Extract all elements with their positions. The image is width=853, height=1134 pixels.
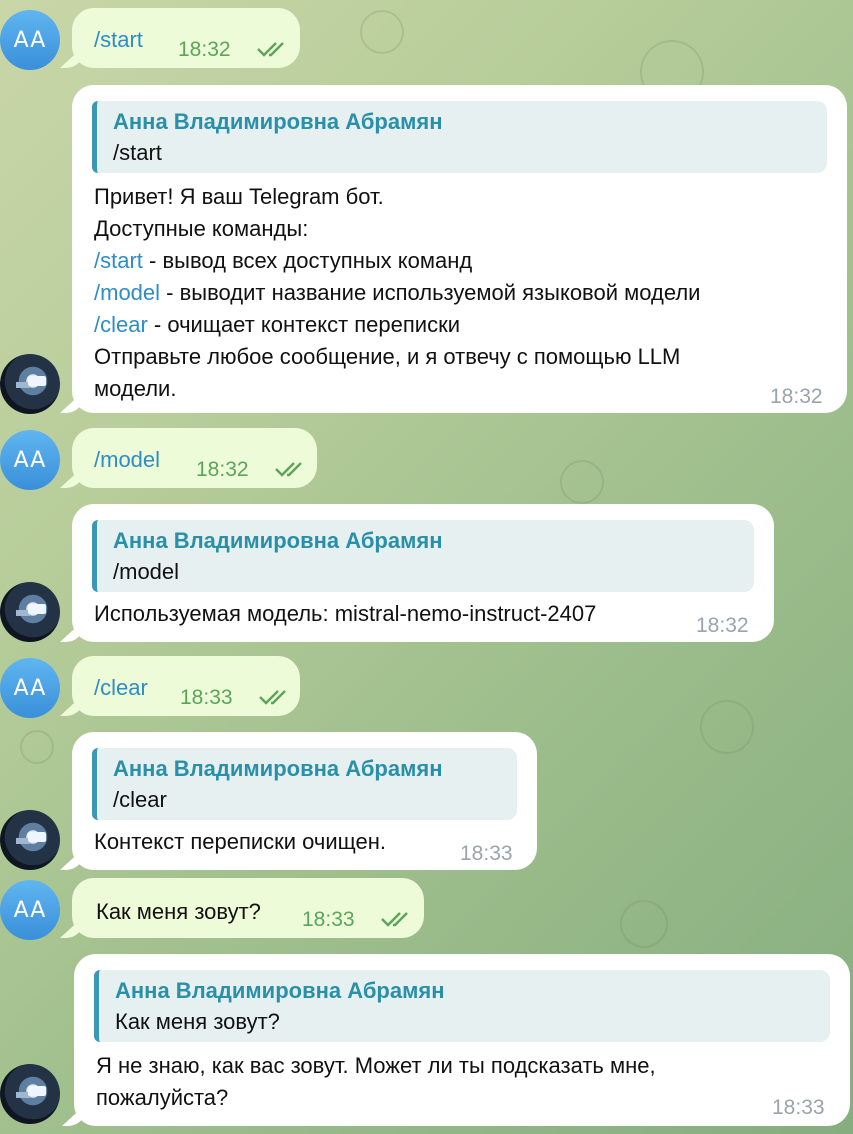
message-line: Используемая модель: mistral-nemo-instru… [94, 601, 597, 626]
reply-sender-name: Анна Владимировна Абрамян [113, 109, 443, 134]
reply-quoted-text: /clear [113, 787, 167, 812]
message-line: модели. [94, 376, 177, 401]
double-check-icon [381, 912, 408, 927]
command-link[interactable]: /start [94, 248, 143, 273]
message-bubble-incoming[interactable]: Анна Владимировна Абрамян Как меня зовут… [74, 954, 850, 1126]
user-avatar[interactable]: AA [0, 430, 60, 490]
reply-sender-name: Анна Владимировна Абрамян [113, 528, 443, 553]
message-bubble-outgoing[interactable]: /start 18:32 [72, 8, 300, 68]
message-line: /model - выводит название используемой я… [94, 280, 701, 305]
message-line: пожалуйста? [96, 1085, 229, 1110]
message-command-link[interactable]: /clear [94, 672, 148, 704]
message-line: Доступные команды: [94, 216, 309, 241]
reply-quoted-text: /model [113, 559, 180, 584]
message-time: 18:33 [460, 842, 513, 865]
robot-avatar-icon [28, 832, 46, 842]
user-avatar[interactable]: AA [0, 10, 60, 70]
user-avatar[interactable]: AA [0, 880, 60, 940]
robot-avatar-icon [28, 1086, 46, 1096]
bot-avatar[interactable] [0, 582, 60, 642]
reply-sender-name: Анна Владимировна Абрамян [113, 756, 443, 781]
message-time: 18:32 [178, 38, 231, 61]
reply-quote[interactable]: Анна Владимировна Абрамян /model [92, 520, 754, 592]
message-bubble-incoming[interactable]: Анна Владимировна Абрамян /start Привет!… [72, 85, 847, 413]
message-line: Привет! Я ваш Telegram бот. [94, 184, 384, 209]
message-time: 18:32 [696, 614, 749, 637]
message-line: Контекст переписки очищен. [94, 829, 387, 854]
message-text: Как меня зовут? [96, 899, 261, 924]
bot-avatar[interactable] [0, 810, 60, 870]
reply-quoted-text: /start [113, 140, 162, 165]
message-line: /start - вывод всех доступных команд [94, 248, 473, 273]
message-line: Отправьте любое сообщение, и я отвечу с … [94, 344, 681, 369]
message-bubble-incoming[interactable]: Анна Владимировна Абрамян /model Использ… [72, 504, 774, 642]
user-avatar[interactable]: AA [0, 658, 60, 718]
message-time: 18:33 [772, 1096, 825, 1119]
robot-avatar-icon [28, 604, 46, 614]
message-command-link[interactable]: /start [94, 24, 143, 56]
message-bubble-outgoing[interactable]: /clear 18:33 [72, 656, 300, 716]
reply-quote[interactable]: Анна Владимировна Абрамян /start [92, 101, 827, 173]
message-line: Я не знаю, как вас зовут. Может ли ты по… [96, 1053, 656, 1078]
message-time: 18:32 [770, 385, 823, 408]
command-link[interactable]: /model [94, 280, 160, 305]
message-bubble-incoming[interactable]: Анна Владимировна Абрамян /clear Контекс… [72, 732, 537, 870]
message-line: /clear - очищает контекст переписки [94, 312, 460, 337]
reply-quote[interactable]: Анна Владимировна Абрамян Как меня зовут… [94, 970, 830, 1042]
message-time: 18:32 [196, 458, 249, 481]
command-link[interactable]: /clear [94, 312, 148, 337]
reply-quote[interactable]: Анна Владимировна Абрамян /clear [92, 748, 517, 820]
message-time: 18:33 [302, 908, 355, 931]
message-bubble-outgoing[interactable]: Как меня зовут? 18:33 [72, 878, 424, 938]
message-bubble-outgoing[interactable]: /model 18:32 [72, 428, 317, 488]
bot-avatar[interactable] [0, 354, 60, 414]
bot-avatar[interactable] [0, 1064, 60, 1124]
robot-avatar-icon [28, 376, 46, 386]
reply-sender-name: Анна Владимировна Абрамян [115, 978, 445, 1003]
double-check-icon [257, 42, 284, 57]
double-check-icon [259, 690, 286, 705]
reply-quoted-text: Как меня зовут? [115, 1009, 280, 1034]
message-time: 18:33 [180, 686, 233, 709]
double-check-icon [275, 462, 302, 477]
message-command-link[interactable]: /model [94, 444, 160, 476]
